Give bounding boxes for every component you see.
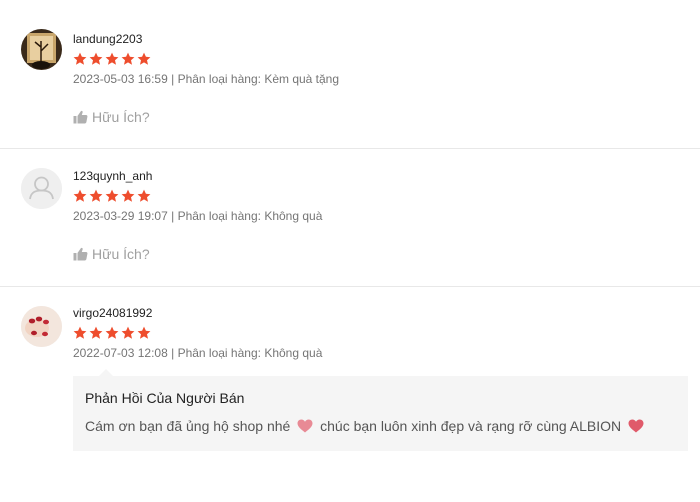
reviewer-username: landung2203 bbox=[73, 32, 143, 46]
variation-value: Không quà bbox=[264, 346, 323, 360]
review-meta: 2022-07-03 12:08 | Phân loại hàng: Không… bbox=[73, 346, 700, 360]
rating-stars bbox=[73, 52, 700, 66]
review-meta: 2023-05-03 16:59 | Phân loại hàng: Kèm q… bbox=[73, 72, 700, 86]
star-icon bbox=[137, 52, 151, 65]
review-datetime: 2023-03-29 19:07 bbox=[73, 209, 168, 223]
variation-value: Không quà bbox=[264, 209, 323, 223]
review-item: virgo24081992 2022-07-03 12:08 | Phân lo… bbox=[0, 287, 700, 502]
star-icon bbox=[89, 189, 103, 202]
variation-label: Phân loại hàng: bbox=[177, 209, 261, 223]
star-icon bbox=[73, 189, 87, 202]
reviewer-username: 123quynh_anh bbox=[73, 169, 153, 183]
meta-separator: | bbox=[171, 209, 175, 223]
avatar-photo bbox=[21, 29, 62, 70]
star-icon bbox=[137, 326, 151, 339]
review-datetime: 2022-07-03 12:08 bbox=[73, 346, 168, 360]
user-placeholder-icon bbox=[21, 168, 62, 209]
variation-label: Phân loại hàng: bbox=[177, 346, 261, 360]
star-icon bbox=[121, 326, 135, 339]
thumbs-up-icon bbox=[73, 110, 88, 124]
seller-reply-text-part2: chúc bạn luôn xinh đẹp và rạng rỡ cùng A… bbox=[320, 418, 622, 434]
star-icon bbox=[73, 326, 87, 339]
seller-reply: Phản Hồi Của Người Bán Cám ơn bạn đã ủng… bbox=[73, 369, 688, 451]
avatar-photo bbox=[21, 306, 62, 347]
variation-value: Kèm quà tặng bbox=[264, 72, 340, 86]
star-icon bbox=[137, 189, 151, 202]
variation-label: Phân loại hàng: bbox=[177, 72, 261, 86]
star-icon bbox=[105, 52, 119, 65]
star-icon bbox=[121, 52, 135, 65]
seller-reply-title: Phản Hồi Của Người Bán bbox=[85, 390, 245, 406]
review-datetime: 2023-05-03 16:59 bbox=[73, 72, 168, 86]
seller-reply-text: Cám ơn bạn đã ủng hộ shop nhé chúc bạn l… bbox=[85, 417, 676, 437]
thumbs-up-icon bbox=[73, 247, 88, 261]
helpful-label: Hữu Ích? bbox=[92, 246, 150, 262]
meta-separator: | bbox=[171, 346, 175, 360]
review-meta: 2023-03-29 19:07 | Phân loại hàng: Không… bbox=[73, 209, 700, 223]
star-icon bbox=[121, 189, 135, 202]
review-item: 123quynh_anh 2023-03-29 19:07 | Phân loạ… bbox=[0, 149, 700, 287]
rating-stars bbox=[73, 189, 700, 203]
seller-reply-text-part1: Cám ơn bạn đã ủng hộ shop nhé bbox=[85, 418, 291, 434]
star-icon bbox=[73, 52, 87, 65]
helpful-label: Hữu Ích? bbox=[92, 109, 150, 125]
star-icon bbox=[105, 326, 119, 339]
review-item: landung2203 2023-05-03 16:59 | Phân loại… bbox=[0, 0, 700, 149]
star-icon bbox=[89, 326, 103, 339]
meta-separator: | bbox=[171, 72, 175, 86]
heart-icon bbox=[628, 419, 644, 437]
avatar[interactable] bbox=[21, 29, 62, 70]
heart-icon bbox=[297, 419, 313, 437]
rating-stars bbox=[73, 326, 700, 340]
avatar[interactable] bbox=[21, 306, 62, 347]
reviewer-username: virgo24081992 bbox=[73, 306, 153, 320]
helpful-button[interactable]: Hữu Ích? bbox=[73, 109, 150, 125]
helpful-button[interactable]: Hữu Ích? bbox=[73, 246, 150, 262]
star-icon bbox=[105, 189, 119, 202]
star-icon bbox=[89, 52, 103, 65]
avatar[interactable] bbox=[21, 168, 62, 209]
